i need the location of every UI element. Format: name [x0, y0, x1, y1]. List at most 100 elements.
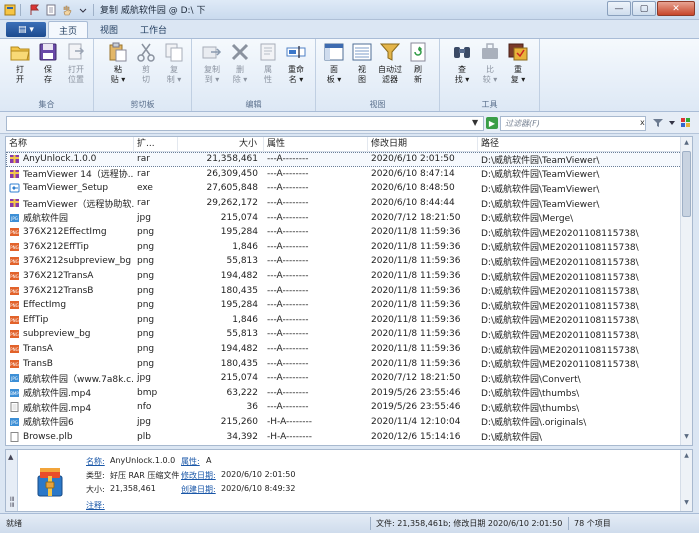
scroll-down-icon[interactable]: ▼ — [682, 433, 691, 443]
table-row[interactable]: PNG 376X212TransA png 194,482 ---A-------- 20… — [6, 269, 692, 284]
table-row[interactable]: PNG 376X212TransB png 180,435 ---A-------- 20… — [6, 283, 692, 298]
table-row[interactable]: PNG 376X212EffTip png 1,846 ---A-------- 2020… — [6, 240, 692, 255]
column-header-attr[interactable]: 属性 — [264, 137, 368, 152]
maximize-button[interactable]: ▢ — [632, 1, 656, 16]
clear-filter-icon[interactable]: x — [640, 118, 645, 127]
cell-ext: rar — [137, 154, 150, 165]
app-menu-button[interactable]: ▤ ▾ — [6, 22, 46, 37]
column-header-name[interactable]: 名称 — [6, 137, 134, 152]
info-type-label: 类型: — [86, 471, 105, 480]
cell-attr: ---A-------- — [267, 256, 309, 267]
cell-date: 2020/11/8 11:59:36 — [371, 241, 461, 252]
cell-date: 2020/11/8 11:59:36 — [371, 314, 461, 325]
table-row[interactable]: BMP 威航软件园.mp4 bmp 63,222 ---A-------- 2019/5/… — [6, 386, 692, 401]
info-name-label[interactable]: 名称: — [86, 456, 105, 467]
table-row[interactable]: PNG EffTip png 1,846 ---A-------- 2020/11/8 1… — [6, 313, 692, 328]
table-row[interactable]: JPG 威航软件园（www.7a8k.c... jpg 215,074 ---A----… — [6, 371, 692, 386]
png-file-icon: PNG — [10, 359, 19, 368]
tab-view[interactable]: 视图 — [90, 21, 128, 38]
info-scrollbar[interactable]: ▲ ▼ — [680, 450, 692, 511]
chevron-down-icon[interactable]: ▼ — [472, 118, 478, 127]
grid-icon[interactable] — [680, 117, 692, 129]
cell-ext: png — [137, 256, 155, 267]
collapse-icon[interactable]: ▲ — [8, 453, 13, 461]
table-row[interactable]: PNG 376X212subpreview_bg png 55,813 ---A----… — [6, 254, 692, 269]
cell-name: PNG TransA — [6, 344, 134, 354]
flag-icon[interactable] — [29, 4, 41, 16]
svg-text:PNG: PNG — [10, 259, 19, 264]
table-row[interactable]: PNG TransB png 180,435 ---A-------- 2020/11/8… — [6, 356, 692, 371]
table-row[interactable]: TeamViewer_Setup exe 27,605,848 ---A-------… — [6, 181, 692, 196]
cell-attr: ---A-------- — [267, 183, 309, 194]
table-row[interactable]: Browse.plb plb 34,392 -H-A-------- 2020/12/6… — [6, 429, 692, 444]
tab-workbench[interactable]: 工作台 — [130, 21, 177, 38]
cell-attr: ---A-------- — [267, 241, 309, 252]
rar-file-icon — [10, 155, 19, 164]
vertical-scrollbar[interactable]: ▲ ▼ — [680, 137, 692, 445]
cell-size: 195,284 — [220, 300, 258, 311]
cell-attr: ---A-------- — [267, 373, 309, 384]
svg-text:PNG: PNG — [10, 347, 19, 352]
minimize-button[interactable]: — — [607, 1, 631, 16]
svg-text:PNG: PNG — [10, 289, 19, 294]
scroll-up-icon[interactable]: ▲ — [682, 452, 691, 462]
scroll-up-icon[interactable]: ▲ — [682, 139, 691, 149]
find-icon — [454, 47, 470, 58]
cell-ext: png — [137, 300, 155, 311]
tab-home[interactable]: 主页 — [48, 21, 89, 38]
jpg-file-icon: JPG — [10, 374, 19, 383]
chevron-down-icon[interactable] — [77, 4, 89, 16]
info-modified-label[interactable]: 修改日期: — [181, 470, 216, 481]
close-button[interactable]: ✕ — [657, 1, 695, 16]
refresh-icon — [410, 42, 426, 62]
cell-attr: ---A-------- — [267, 271, 309, 282]
file-name: 376X212TransA — [23, 271, 94, 282]
column-header-path[interactable]: 路径 — [478, 137, 682, 152]
scroll-thumb[interactable] — [682, 151, 691, 217]
address-input[interactable] — [6, 116, 484, 131]
cell-path: D:\威航软件园\ME20201108115738\ — [481, 330, 639, 341]
filter-icon[interactable] — [652, 117, 664, 129]
chevron-down-icon[interactable] — [666, 117, 678, 129]
cell-attr: ---A-------- — [267, 154, 309, 165]
table-row[interactable]: JPG 威航软件园6 jpg 215,260 -H-A-------- 2020/11/4… — [6, 415, 692, 430]
cell-size: 195,284 — [220, 227, 258, 238]
hand-icon[interactable] — [61, 4, 73, 16]
cell-date: 2020/6/10 2:01:50 — [371, 154, 455, 165]
cell-path: D:\威航软件园\ — [481, 433, 543, 444]
table-row[interactable]: AnyUnlock.1.0.0 rar 21,358,461 ---A--------… — [6, 152, 692, 167]
group-label: 工具 — [481, 100, 498, 109]
column-header-ext[interactable]: 扩... — [134, 137, 178, 152]
table-row[interactable]: PNG 376X212EffectImg png 195,284 ---A-------… — [6, 225, 692, 240]
table-row[interactable]: TeamViewer 14（远程协... rar 26,309,450 ---A---… — [6, 167, 692, 182]
cell-ext: png — [137, 241, 155, 252]
group-tools: 查 找 ▾ 比 较 ▾ 重 复 ▾ 工具 — [440, 39, 540, 111]
svg-text:PNG: PNG — [10, 362, 19, 367]
table-row[interactable]: JPG 威航软件园 jpg 215,074 ---A-------- 2020/7/12 … — [6, 210, 692, 225]
info-created-label[interactable]: 创建日期: — [181, 484, 216, 495]
document-icon[interactable] — [45, 4, 57, 16]
png-file-icon: PNG — [10, 228, 19, 237]
info-attr-label[interactable]: 属性: — [181, 456, 200, 467]
column-header-date[interactable]: 修改日期 — [368, 137, 478, 152]
cell-date: 2020/6/10 8:48:50 — [371, 183, 455, 194]
info-pane-handle[interactable]: ▲ ≡≡ — [6, 450, 18, 511]
cell-date: 2020/11/8 11:59:36 — [371, 256, 461, 267]
cell-name: PNG 376X212TransA — [6, 271, 134, 281]
png-file-icon: PNG — [10, 345, 19, 354]
table-row[interactable]: PNG EffectImg png 195,284 ---A-------- 2020/1… — [6, 298, 692, 313]
go-button[interactable]: ▶ — [486, 117, 498, 129]
file-name: TeamViewer 14（远程协... — [23, 170, 134, 181]
filter-input[interactable]: 过滤器(F) — [500, 116, 646, 131]
save-icon — [39, 43, 57, 61]
column-header-size[interactable]: 大小 — [178, 137, 264, 152]
table-row[interactable]: TeamViewer（远程协助软... rar 29,262,172 ---A----… — [6, 196, 692, 211]
cell-size: 180,435 — [220, 285, 258, 296]
table-row[interactable]: PNG subpreview_bg png 55,813 ---A-------- 202… — [6, 327, 692, 342]
scroll-down-icon[interactable]: ▼ — [682, 499, 691, 509]
copy-to-icon — [202, 46, 222, 59]
table-row[interactable]: 威航软件园.mp4 nfo 36 ---A-------- 2019/5/26 23:5… — [6, 400, 692, 415]
table-row[interactable]: PNG TransA png 194,482 ---A-------- 2020/11/8… — [6, 342, 692, 357]
png-file-icon: PNG — [10, 272, 19, 281]
info-comment-label[interactable]: 注释: — [86, 500, 105, 511]
